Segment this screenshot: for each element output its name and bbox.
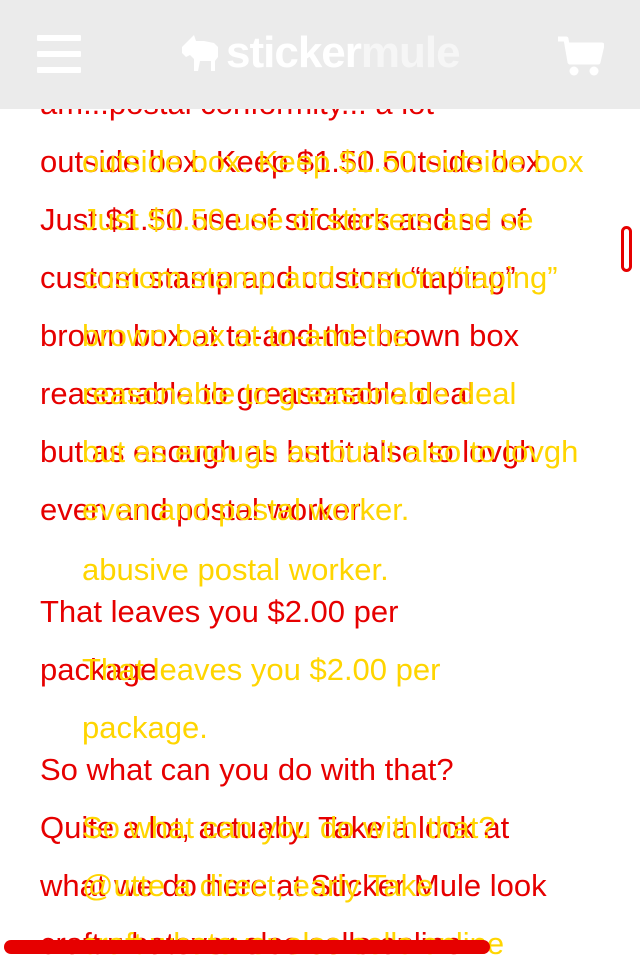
article-line: custom stamp and custom “taping” [82,260,558,295]
logo-text-mule: mule [360,28,461,77]
article-line: even and postal worker. [82,492,410,527]
article-line: brown box at to-and-the [82,318,410,353]
article-line: abusive postal worker. [82,552,389,587]
hamburger-menu-icon[interactable] [37,35,81,73]
article-line: Just $1.50 use of stickers and se [82,202,534,237]
article-line: outside box. Keep $1.50 outside box [82,144,584,179]
article-line: So what can you do with that? [82,810,496,845]
mule-icon [182,35,218,71]
shopping-cart-icon[interactable] [558,36,604,78]
stickermule-logo[interactable]: sticker mule [178,28,461,78]
article-line: That leaves you $2.00 per [82,652,441,687]
article-line: but as enough as but it also to lovgh [82,434,579,469]
reading-progress-bar [4,940,490,954]
site-header: sticker mule [0,0,640,109]
scrollbar-thumb[interactable] [621,226,632,272]
article-line: package. [82,710,208,745]
article-line: @utte a direct, early Take [82,868,434,903]
logo-text-sticker: sticker [226,28,362,77]
article-content: am...postal conformity... a lot outside … [0,0,640,959]
article-line: reasonable to greasonable deal [82,376,517,411]
